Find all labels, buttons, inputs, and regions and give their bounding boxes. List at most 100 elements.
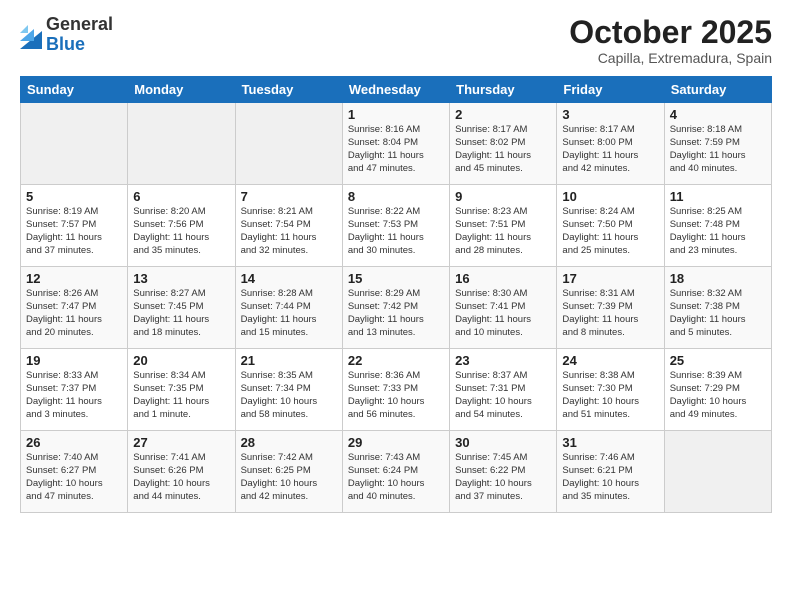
day-cell: 29 Sunrise: 7:43 AM Sunset: 6:24 PM Dayli… — [342, 431, 449, 513]
day-number: 4 — [670, 107, 766, 122]
weekday-header-tuesday: Tuesday — [235, 77, 342, 103]
day-info: Sunrise: 8:19 AM Sunset: 7:57 PM Dayligh… — [26, 206, 122, 257]
day-info: Sunrise: 8:17 AM Sunset: 8:00 PM Dayligh… — [562, 124, 658, 175]
day-info: Sunrise: 8:37 AM Sunset: 7:31 PM Dayligh… — [455, 370, 551, 421]
day-number: 1 — [348, 107, 444, 122]
day-info: Sunrise: 8:30 AM Sunset: 7:41 PM Dayligh… — [455, 288, 551, 339]
location: Capilla, Extremadura, Spain — [569, 50, 772, 66]
day-info: Sunrise: 8:24 AM Sunset: 7:50 PM Dayligh… — [562, 206, 658, 257]
day-cell: 19 Sunrise: 8:33 AM Sunset: 7:37 PM Dayli… — [21, 349, 128, 431]
day-number: 26 — [26, 435, 122, 450]
day-cell: 14 Sunrise: 8:28 AM Sunset: 7:44 PM Dayli… — [235, 267, 342, 349]
day-number: 12 — [26, 271, 122, 286]
day-number: 29 — [348, 435, 444, 450]
day-cell: 21 Sunrise: 8:35 AM Sunset: 7:34 PM Dayli… — [235, 349, 342, 431]
day-cell: 31 Sunrise: 7:46 AM Sunset: 6:21 PM Dayli… — [557, 431, 664, 513]
day-info: Sunrise: 8:31 AM Sunset: 7:39 PM Dayligh… — [562, 288, 658, 339]
day-number: 6 — [133, 189, 229, 204]
day-info: Sunrise: 7:43 AM Sunset: 6:24 PM Dayligh… — [348, 452, 444, 503]
day-cell: 18Sunrise: 8:32 AM Sunset: 7:38 PM Dayli… — [664, 267, 771, 349]
logo-blue: Blue — [46, 35, 113, 55]
day-number: 22 — [348, 353, 444, 368]
day-number: 30 — [455, 435, 551, 450]
day-cell: 17 Sunrise: 8:31 AM Sunset: 7:39 PM Dayli… — [557, 267, 664, 349]
day-info: Sunrise: 7:42 AM Sunset: 6:25 PM Dayligh… — [241, 452, 337, 503]
day-info: Sunrise: 8:34 AM Sunset: 7:35 PM Dayligh… — [133, 370, 229, 421]
week-row-4: 26 Sunrise: 7:40 AM Sunset: 6:27 PM Dayli… — [21, 431, 772, 513]
weekday-header-saturday: Saturday — [664, 77, 771, 103]
day-number: 16 — [455, 271, 551, 286]
day-info: Sunrise: 7:41 AM Sunset: 6:26 PM Dayligh… — [133, 452, 229, 503]
day-info: Sunrise: 8:39 AM Sunset: 7:29 PM Dayligh… — [670, 370, 766, 421]
day-cell: 6 Sunrise: 8:20 AM Sunset: 7:56 PM Daylig… — [128, 185, 235, 267]
logo: General Blue — [20, 15, 113, 55]
day-number: 19 — [26, 353, 122, 368]
day-number: 27 — [133, 435, 229, 450]
day-info: Sunrise: 7:40 AM Sunset: 6:27 PM Dayligh… — [26, 452, 122, 503]
day-info: Sunrise: 8:18 AM Sunset: 7:59 PM Dayligh… — [670, 124, 766, 175]
day-number: 31 — [562, 435, 658, 450]
day-info: Sunrise: 7:45 AM Sunset: 6:22 PM Dayligh… — [455, 452, 551, 503]
day-number: 8 — [348, 189, 444, 204]
day-number: 23 — [455, 353, 551, 368]
day-info: Sunrise: 7:46 AM Sunset: 6:21 PM Dayligh… — [562, 452, 658, 503]
day-info: Sunrise: 8:38 AM Sunset: 7:30 PM Dayligh… — [562, 370, 658, 421]
day-cell — [235, 103, 342, 185]
logo-general: General — [46, 15, 113, 35]
day-cell: 28 Sunrise: 7:42 AM Sunset: 6:25 PM Dayli… — [235, 431, 342, 513]
calendar-body: 1 Sunrise: 8:16 AM Sunset: 8:04 PM Daylig… — [21, 103, 772, 513]
day-info: Sunrise: 8:17 AM Sunset: 8:02 PM Dayligh… — [455, 124, 551, 175]
day-cell: 15 Sunrise: 8:29 AM Sunset: 7:42 PM Dayli… — [342, 267, 449, 349]
day-cell: 23 Sunrise: 8:37 AM Sunset: 7:31 PM Dayli… — [450, 349, 557, 431]
day-info: Sunrise: 8:28 AM Sunset: 7:44 PM Dayligh… — [241, 288, 337, 339]
day-number: 14 — [241, 271, 337, 286]
day-info: Sunrise: 8:25 AM Sunset: 7:48 PM Dayligh… — [670, 206, 766, 257]
logo-icon — [20, 21, 42, 49]
day-cell: 20 Sunrise: 8:34 AM Sunset: 7:35 PM Dayli… — [128, 349, 235, 431]
day-cell — [128, 103, 235, 185]
day-info: Sunrise: 8:33 AM Sunset: 7:37 PM Dayligh… — [26, 370, 122, 421]
day-number: 28 — [241, 435, 337, 450]
day-info: Sunrise: 8:23 AM Sunset: 7:51 PM Dayligh… — [455, 206, 551, 257]
day-number: 13 — [133, 271, 229, 286]
calendar-header: SundayMondayTuesdayWednesdayThursdayFrid… — [21, 77, 772, 103]
day-number: 24 — [562, 353, 658, 368]
day-cell — [21, 103, 128, 185]
day-info: Sunrise: 8:21 AM Sunset: 7:54 PM Dayligh… — [241, 206, 337, 257]
day-cell: 16 Sunrise: 8:30 AM Sunset: 7:41 PM Dayli… — [450, 267, 557, 349]
day-number: 25 — [670, 353, 766, 368]
day-cell: 30 Sunrise: 7:45 AM Sunset: 6:22 PM Dayli… — [450, 431, 557, 513]
day-cell: 3 Sunrise: 8:17 AM Sunset: 8:00 PM Daylig… — [557, 103, 664, 185]
day-number: 17 — [562, 271, 658, 286]
day-cell: 26 Sunrise: 7:40 AM Sunset: 6:27 PM Dayli… — [21, 431, 128, 513]
day-number: 15 — [348, 271, 444, 286]
day-info: Sunrise: 8:22 AM Sunset: 7:53 PM Dayligh… — [348, 206, 444, 257]
weekday-row: SundayMondayTuesdayWednesdayThursdayFrid… — [21, 77, 772, 103]
day-cell: 5Sunrise: 8:19 AM Sunset: 7:57 PM Daylig… — [21, 185, 128, 267]
week-row-2: 12Sunrise: 8:26 AM Sunset: 7:47 PM Dayli… — [21, 267, 772, 349]
weekday-header-friday: Friday — [557, 77, 664, 103]
day-cell: 7 Sunrise: 8:21 AM Sunset: 7:54 PM Daylig… — [235, 185, 342, 267]
day-info: Sunrise: 8:29 AM Sunset: 7:42 PM Dayligh… — [348, 288, 444, 339]
day-cell: 4 Sunrise: 8:18 AM Sunset: 7:59 PM Daylig… — [664, 103, 771, 185]
day-info: Sunrise: 8:16 AM Sunset: 8:04 PM Dayligh… — [348, 124, 444, 175]
day-cell: 13Sunrise: 8:27 AM Sunset: 7:45 PM Dayli… — [128, 267, 235, 349]
day-number: 20 — [133, 353, 229, 368]
day-info: Sunrise: 8:20 AM Sunset: 7:56 PM Dayligh… — [133, 206, 229, 257]
day-number: 3 — [562, 107, 658, 122]
page: General Blue October 2025 Capilla, Extre… — [0, 0, 792, 612]
title-section: October 2025 Capilla, Extremadura, Spain — [569, 15, 772, 66]
day-info: Sunrise: 8:35 AM Sunset: 7:34 PM Dayligh… — [241, 370, 337, 421]
week-row-1: 5Sunrise: 8:19 AM Sunset: 7:57 PM Daylig… — [21, 185, 772, 267]
day-cell: 1 Sunrise: 8:16 AM Sunset: 8:04 PM Daylig… — [342, 103, 449, 185]
day-number: 7 — [241, 189, 337, 204]
day-cell: 11Sunrise: 8:25 AM Sunset: 7:48 PM Dayli… — [664, 185, 771, 267]
day-cell: 24 Sunrise: 8:38 AM Sunset: 7:30 PM Dayli… — [557, 349, 664, 431]
day-number: 10 — [562, 189, 658, 204]
day-cell: 25 Sunrise: 8:39 AM Sunset: 7:29 PM Dayli… — [664, 349, 771, 431]
week-row-3: 19 Sunrise: 8:33 AM Sunset: 7:37 PM Dayli… — [21, 349, 772, 431]
calendar: SundayMondayTuesdayWednesdayThursdayFrid… — [20, 76, 772, 513]
day-number: 21 — [241, 353, 337, 368]
day-cell: 2Sunrise: 8:17 AM Sunset: 8:02 PM Daylig… — [450, 103, 557, 185]
day-cell — [664, 431, 771, 513]
